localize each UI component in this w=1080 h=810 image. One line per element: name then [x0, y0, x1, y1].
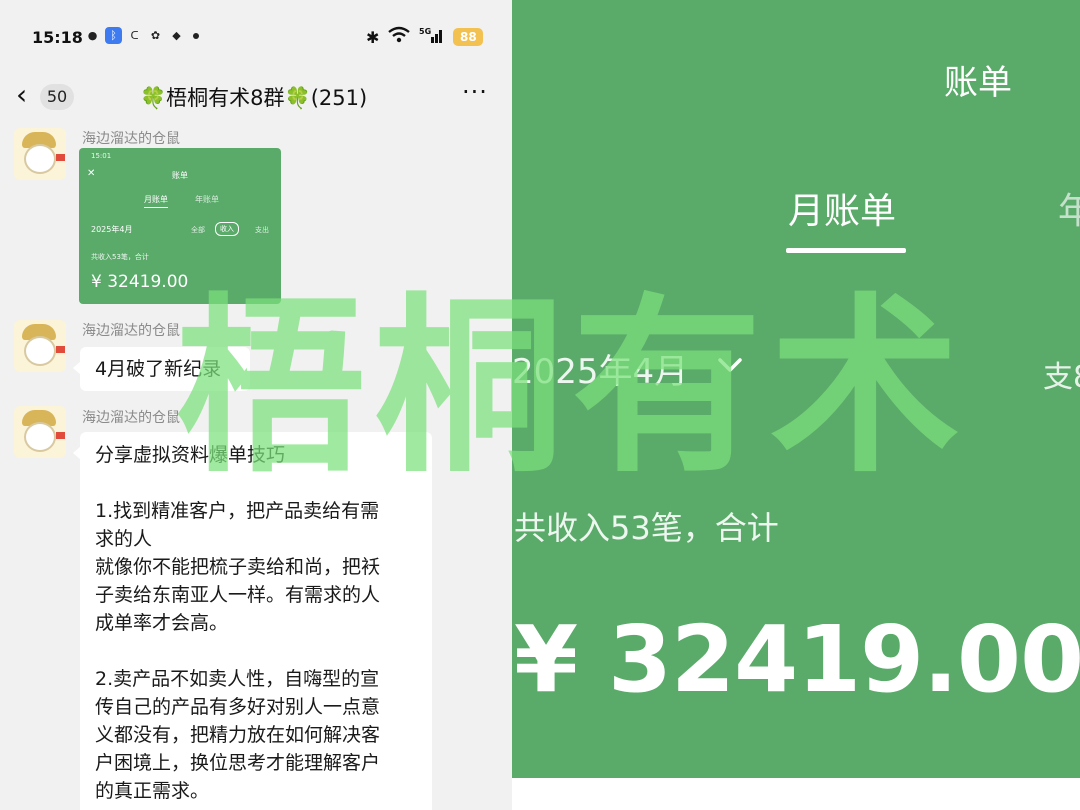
bluetooth-app-icon: ᛒ: [105, 27, 122, 44]
app-blue-icon: ◆: [172, 29, 181, 42]
message-line: [95, 637, 417, 665]
clover-icon: 🍀: [284, 86, 311, 110]
group-name: 梧桐有术8群: [166, 86, 285, 110]
bluetooth-icon: ✱: [366, 27, 380, 47]
message-line: 户困境上，换位思考才能理解客户: [95, 752, 381, 774]
income-summary: 共收入53笔，合计: [514, 509, 779, 547]
message-bubble[interactable]: 4月破了新纪录: [73, 347, 250, 391]
signal-icon: 5G: [419, 26, 445, 48]
notification-icons: ● ᛒ ᑕ ✿ ◆: [84, 27, 199, 44]
mini-tab-month: 月账单: [144, 194, 168, 208]
message-line: 传自己的产品有多好对别人一点意: [95, 696, 381, 718]
mini-filter-all: 全部: [191, 226, 205, 234]
wifi-icon: [387, 26, 411, 48]
mini-filter-expense: 支出: [255, 226, 269, 234]
message-line: 求的人: [95, 528, 153, 550]
image-message[interactable]: 15:01 ✕ 账单 月账单 年账单 2025年4月 全部 收入 支出 共收入5…: [79, 148, 281, 304]
unread-count-badge[interactable]: 50: [40, 84, 74, 110]
wechat-icon: ●: [87, 29, 98, 42]
status-time: 15:18: [32, 28, 83, 47]
filter-expense[interactable]: 支8: [1043, 352, 1080, 396]
group-title[interactable]: 🍀梧桐有术8群🍀(251): [140, 82, 367, 112]
avatar[interactable]: [14, 320, 66, 372]
sender-name: 海边溜达的仓鼠: [82, 323, 180, 339]
message-line: 2.卖产品不如卖人性，自嗨型的宣: [95, 668, 380, 690]
message-line: [95, 469, 417, 497]
month-selector[interactable]: 2025年4月: [512, 344, 688, 393]
mini-filter-income: 收入: [215, 222, 239, 236]
message-line: 1.找到精准客户，把产品卖给有需: [95, 500, 380, 522]
message-line: 子卖给东南亚人一样。有需求的人: [95, 584, 381, 606]
avatar[interactable]: [14, 128, 66, 180]
more-notifications-icon: [193, 32, 199, 39]
message-line: 就像你不能把梳子卖给和尚，把袄: [95, 556, 381, 578]
active-tab-indicator: [786, 248, 906, 253]
status-bar: 15:18 ● ᛒ ᑕ ✿ ◆ ✱ 5G 88: [0, 0, 512, 70]
avatar[interactable]: [14, 406, 66, 458]
bill-screen: 账单 月账单 年 2025年4月 支8 共收入53笔，合计 ¥ 32419.00: [512, 0, 1080, 778]
tab-month-bill[interactable]: 月账单: [788, 182, 896, 234]
tab-year-bill[interactable]: 年: [1058, 182, 1080, 234]
paw-icon: ✿: [150, 29, 161, 42]
mini-title: 账单: [172, 171, 188, 180]
close-icon: ✕: [87, 168, 96, 179]
total-amount: ¥ 32419.00: [514, 606, 1080, 713]
mini-summary: 共收入53笔，合计: [91, 253, 149, 261]
system-icons: ✱ 5G 88: [366, 26, 484, 48]
mini-amount: ¥ 32419.00: [91, 272, 189, 292]
svg-text:5G: 5G: [419, 27, 431, 36]
sender-name: 海边溜达的仓鼠: [82, 410, 180, 426]
chat-header: ‹ 50 🍀梧桐有术8群🍀(251) ···: [0, 72, 512, 122]
message-line: 义都没有，把精力放在如何解决客: [95, 724, 381, 746]
message-line: 成单率才会高。: [95, 612, 229, 634]
more-options-icon[interactable]: ···: [462, 78, 488, 106]
sender-name: 海边溜达的仓鼠: [82, 131, 180, 147]
message-line: 分享虚拟资料爆单技巧: [95, 444, 286, 466]
battery-icon: 88: [453, 28, 484, 46]
bill-title: 账单: [944, 63, 1012, 103]
app-c-icon: ᑕ: [130, 29, 139, 42]
clover-icon: 🍀: [140, 86, 167, 110]
message-line: 的真正需求。: [95, 780, 210, 802]
mini-status-time: 15:01: [91, 152, 112, 160]
mini-tab-year: 年账单: [195, 195, 219, 204]
back-arrow-icon[interactable]: ‹: [16, 78, 27, 111]
mini-month: 2025年4月: [91, 225, 133, 234]
chevron-down-icon[interactable]: [715, 350, 745, 380]
chat-screen: 15:18 ● ᛒ ᑕ ✿ ◆ ✱ 5G 88 ‹ 50 🍀梧桐有术8群🍀(25…: [0, 0, 512, 810]
message-bubble[interactable]: 分享虚拟资料爆单技巧 1.找到精准客户，把产品卖给有需 求的人 就像你不能把梳子…: [73, 432, 432, 810]
member-count: (251): [310, 86, 368, 110]
